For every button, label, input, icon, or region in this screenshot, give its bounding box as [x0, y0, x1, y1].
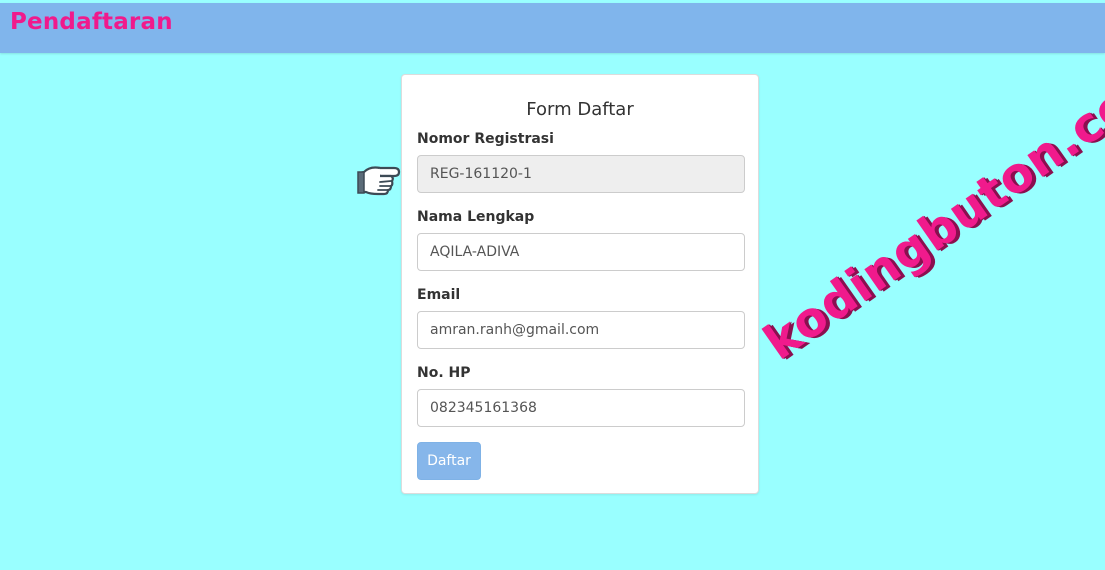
- watermark-text: kodingbuton.com: [753, 46, 1105, 371]
- registration-number-input[interactable]: [417, 155, 745, 193]
- registration-number-label: Nomor Registrasi: [417, 131, 554, 147]
- brand-title: Pendaftaran: [10, 9, 173, 35]
- form-title: Form Daftar: [526, 99, 634, 120]
- full-name-input[interactable]: [417, 233, 745, 271]
- email-label: Email: [417, 287, 461, 303]
- email-input[interactable]: [417, 311, 745, 349]
- submit-button[interactable]: Daftar: [417, 442, 481, 480]
- phone-input[interactable]: [417, 389, 745, 427]
- header-bar: Pendaftaran: [0, 3, 1105, 53]
- phone-label: No. HP: [417, 365, 471, 381]
- full-name-label: Nama Lengkap: [417, 209, 535, 225]
- registration-form-card: Form Daftar Nomor Registrasi Nama Lengka…: [401, 74, 759, 494]
- pointing-hand-icon: [356, 158, 402, 198]
